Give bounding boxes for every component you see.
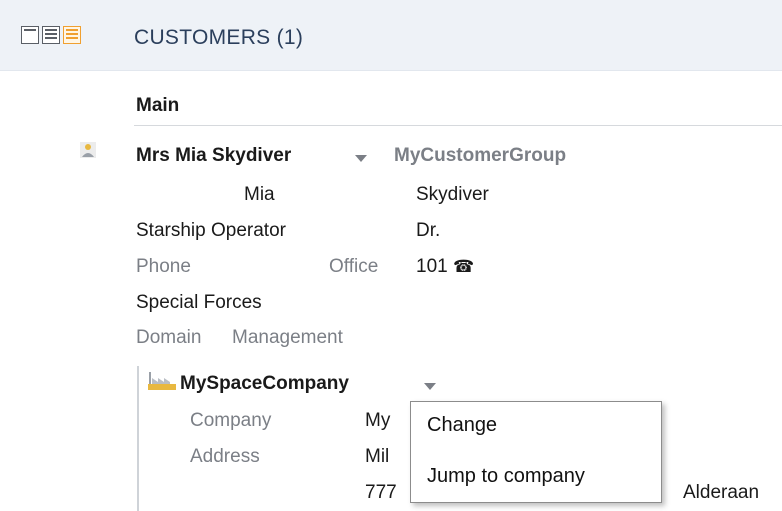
- company-dropdown-arrow-icon[interactable]: [424, 383, 436, 390]
- phone-label: Phone: [136, 256, 191, 277]
- company-name-link[interactable]: MySpaceCompany: [180, 373, 349, 395]
- phone-type-label: Office: [329, 256, 379, 277]
- compact-view-icon[interactable]: [21, 26, 39, 44]
- address-line1: Mil: [365, 446, 390, 467]
- factory-icon: [148, 372, 176, 390]
- person-icon: [80, 142, 96, 158]
- page-title: CUSTOMERS (1): [134, 26, 304, 49]
- phone-number[interactable]: 101 ☎: [416, 256, 474, 278]
- company-context-menu: Change Jump to company: [410, 401, 662, 503]
- detail-view-icon[interactable]: [42, 26, 60, 44]
- address-city: Alderaan: [683, 482, 760, 503]
- domain-label: Domain: [136, 327, 202, 348]
- customer-dropdown-arrow-icon[interactable]: [355, 155, 367, 162]
- department-value: Special Forces: [136, 292, 262, 313]
- main-section-label: Main: [136, 95, 180, 116]
- section-divider: [134, 125, 782, 126]
- list-view-icon[interactable]: [63, 26, 81, 44]
- phone-value[interactable]: 101: [416, 256, 448, 277]
- list-header: CUSTOMERS (1): [0, 0, 782, 71]
- address-line2: 777: [365, 482, 397, 503]
- last-name-value: Skydiver: [416, 184, 489, 205]
- company-block-border: [137, 366, 139, 511]
- phone-icon[interactable]: ☎: [453, 257, 474, 276]
- job-title-value: Starship Operator: [136, 220, 286, 241]
- domain-value: Management: [232, 327, 343, 348]
- customer-name-link[interactable]: Mrs Mia Skydiver: [136, 145, 291, 167]
- customer-group: MyCustomerGroup: [394, 145, 567, 166]
- company-value: My: [365, 410, 391, 431]
- first-name-value: Mia: [244, 184, 275, 205]
- address-label: Address: [190, 446, 260, 467]
- menu-item-jump-to-company[interactable]: Jump to company: [427, 465, 585, 488]
- company-label: Company: [190, 410, 272, 431]
- menu-item-change[interactable]: Change: [427, 414, 497, 437]
- salutation-value: Dr.: [416, 220, 441, 241]
- view-mode-switcher: [21, 26, 81, 44]
